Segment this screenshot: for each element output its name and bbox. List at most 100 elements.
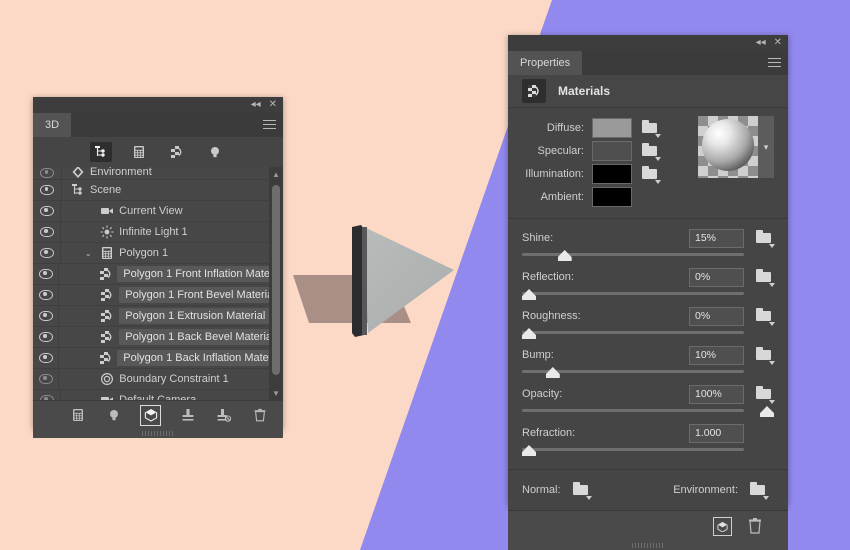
visibility-toggle[interactable] bbox=[33, 222, 62, 242]
material-slider-row: Refraction: 1.000 bbox=[508, 422, 788, 457]
camera-icon bbox=[99, 204, 115, 218]
tree-row[interactable]: Polygon 1 Front Bevel Material bbox=[33, 285, 283, 306]
light-icon bbox=[99, 225, 115, 239]
slider-knob[interactable] bbox=[522, 445, 536, 456]
add-constraint-button[interactable] bbox=[178, 406, 197, 425]
slider-knob[interactable] bbox=[760, 406, 774, 417]
slider-bar bbox=[522, 292, 744, 295]
slider-track[interactable] bbox=[522, 445, 774, 457]
mesh-filter[interactable] bbox=[128, 142, 150, 162]
slider-value-field[interactable]: 0% bbox=[689, 306, 744, 326]
disclosure-triangle-icon[interactable]: ⌄ bbox=[81, 249, 95, 258]
materials-filter[interactable] bbox=[166, 142, 188, 162]
slider-knob[interactable] bbox=[522, 289, 536, 300]
add-light-button[interactable] bbox=[104, 406, 123, 425]
collapse-icon[interactable]: ◂◂ bbox=[756, 38, 766, 48]
tab-properties[interactable]: Properties bbox=[508, 51, 583, 75]
color-swatch[interactable] bbox=[592, 187, 632, 207]
new-material-button[interactable] bbox=[713, 516, 732, 536]
properties-panel-resize-grip[interactable] bbox=[508, 541, 788, 550]
visibility-toggle[interactable] bbox=[33, 348, 60, 368]
visibility-toggle[interactable] bbox=[33, 390, 62, 400]
normal-map-folder-icon[interactable] bbox=[572, 482, 592, 500]
tree-row[interactable]: Current View bbox=[33, 201, 283, 222]
environment-icon bbox=[70, 167, 86, 179]
tree-row[interactable]: Environment bbox=[33, 167, 283, 180]
eye-icon bbox=[39, 248, 54, 258]
scroll-up-arrow[interactable]: ▲ bbox=[269, 167, 283, 181]
tree-row[interactable]: ⌄ Polygon 1 bbox=[33, 243, 283, 264]
visibility-toggle[interactable] bbox=[33, 306, 60, 326]
folder-icon[interactable] bbox=[756, 230, 775, 248]
slider-track[interactable] bbox=[522, 406, 774, 418]
visibility-toggle[interactable] bbox=[33, 243, 62, 263]
material-icon bbox=[99, 309, 115, 323]
tree-row[interactable]: Polygon 1 Back Inflation Material bbox=[33, 348, 283, 369]
scroll-down-arrow[interactable]: ▼ bbox=[269, 386, 283, 400]
hamburger-menu-icon[interactable] bbox=[768, 58, 781, 67]
lights-filter[interactable] bbox=[204, 142, 226, 162]
slider-bar bbox=[522, 331, 744, 334]
tree-scrollbar[interactable]: ▲ ▼ bbox=[269, 167, 283, 400]
add-mesh-button[interactable] bbox=[68, 406, 87, 425]
tree-row[interactable]: Scene bbox=[33, 180, 283, 201]
close-icon[interactable]: ✕ bbox=[774, 38, 782, 48]
tree-row-label: Polygon 1 Front Inflation Mate... bbox=[117, 266, 283, 282]
slider-value-field[interactable]: 1.000 bbox=[689, 423, 744, 443]
slider-track[interactable] bbox=[522, 328, 774, 340]
environment-map-folder-icon[interactable] bbox=[750, 482, 769, 500]
scene-filter[interactable] bbox=[90, 142, 112, 162]
slider-value-field[interactable]: 10% bbox=[689, 345, 744, 365]
visibility-toggle[interactable] bbox=[33, 369, 60, 389]
slider-track[interactable] bbox=[522, 289, 774, 301]
folder-icon[interactable] bbox=[642, 143, 661, 161]
delete-material-button[interactable] bbox=[748, 518, 762, 534]
tab-3d[interactable]: 3D bbox=[33, 113, 72, 137]
close-icon[interactable]: ✕ bbox=[269, 100, 277, 110]
3d-scene-tree[interactable]: Environment Scene Current View Infinite Lig… bbox=[33, 167, 283, 400]
slider-track[interactable] bbox=[522, 367, 774, 379]
eye-icon bbox=[38, 290, 53, 300]
tree-row[interactable]: Default Camera bbox=[33, 390, 283, 400]
tree-row[interactable]: Polygon 1 Back Bevel Material bbox=[33, 327, 283, 348]
color-swatch[interactable] bbox=[592, 118, 632, 138]
3d-panel-resize-grip[interactable] bbox=[33, 429, 283, 438]
visibility-toggle[interactable] bbox=[33, 167, 62, 179]
delete-button[interactable] bbox=[250, 406, 269, 425]
eye-icon bbox=[39, 206, 54, 216]
tree-row[interactable]: Polygon 1 Extrusion Material bbox=[33, 306, 283, 327]
folder-icon[interactable] bbox=[756, 269, 775, 287]
visibility-toggle[interactable] bbox=[33, 285, 60, 305]
remove-constraint-button[interactable] bbox=[214, 406, 233, 425]
slider-knob[interactable] bbox=[522, 328, 536, 339]
folder-icon[interactable] bbox=[642, 120, 661, 138]
tab-empty-area bbox=[71, 113, 283, 137]
hamburger-menu-icon[interactable] bbox=[263, 120, 276, 129]
collapse-icon[interactable]: ◂◂ bbox=[251, 100, 261, 110]
3d-panel-bottom-bar bbox=[33, 400, 283, 429]
scroll-thumb[interactable] bbox=[272, 185, 280, 375]
visibility-toggle[interactable] bbox=[33, 201, 62, 221]
folder-icon[interactable] bbox=[756, 308, 775, 326]
color-swatch[interactable] bbox=[592, 164, 632, 184]
slider-value-field[interactable]: 15% bbox=[689, 228, 744, 248]
slider-knob[interactable] bbox=[557, 250, 572, 261]
folder-icon[interactable] bbox=[642, 166, 661, 184]
visibility-toggle[interactable] bbox=[33, 327, 60, 347]
folder-icon[interactable] bbox=[756, 347, 775, 365]
slider-value-field[interactable]: 100% bbox=[689, 384, 744, 404]
folder-icon[interactable] bbox=[756, 386, 775, 404]
color-swatch[interactable] bbox=[592, 141, 632, 161]
slider-knob[interactable] bbox=[545, 367, 560, 378]
properties-bottom-bar bbox=[508, 511, 788, 541]
material-preview[interactable]: ▾ bbox=[698, 116, 774, 178]
slider-value-field[interactable]: 0% bbox=[689, 267, 744, 287]
visibility-toggle[interactable] bbox=[33, 264, 60, 284]
chevron-down-icon[interactable]: ▾ bbox=[758, 116, 774, 178]
add-material-button[interactable] bbox=[140, 404, 161, 426]
tree-row[interactable]: Boundary Constraint 1 bbox=[33, 369, 283, 390]
tree-row[interactable]: Polygon 1 Front Inflation Mate... bbox=[33, 264, 283, 285]
tree-row[interactable]: Infinite Light 1 bbox=[33, 222, 283, 243]
slider-track[interactable] bbox=[522, 250, 774, 262]
visibility-toggle[interactable] bbox=[33, 180, 62, 200]
